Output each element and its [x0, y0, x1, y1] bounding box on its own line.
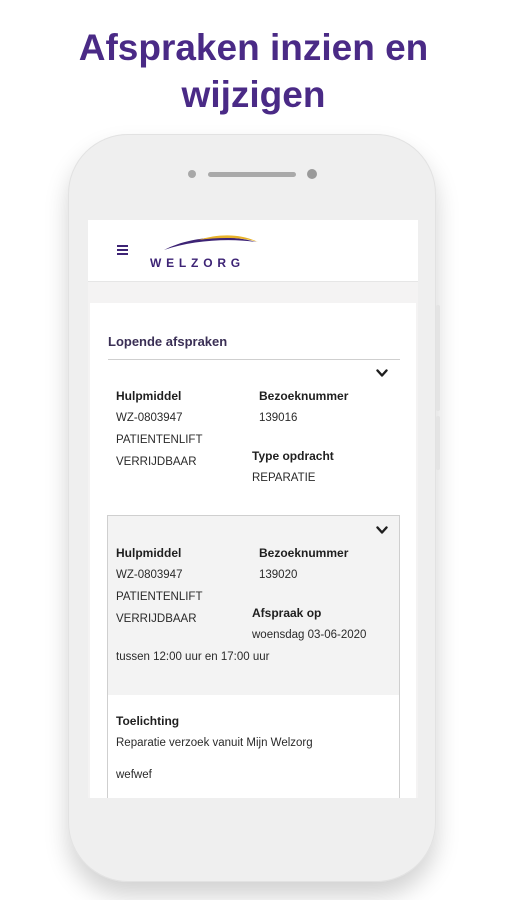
hulpmiddel-label: Hulpmiddel: [116, 389, 182, 403]
hulpmiddel-name: PATIENTENLIFT: [116, 434, 203, 446]
toelichting-value: Reparatie verzoek vanuit Mijn Welzorg: [116, 737, 313, 749]
chevron-down-icon[interactable]: [376, 369, 388, 378]
toelichting-label: Toelichting: [116, 714, 180, 728]
welzorg-logo: WELZORG: [150, 232, 275, 272]
bezoeknummer-value: 139020: [259, 569, 298, 581]
bezoeknummer-label: Bezoeknummer: [259, 546, 349, 560]
brand-name: WELZORG: [150, 256, 245, 270]
headline-line-2: wijzigen: [181, 74, 326, 115]
bezoeknummer-label: Bezoeknummer: [259, 389, 349, 403]
page-headline: Afspraken inzien en wijzigen: [0, 24, 507, 118]
section-title: Lopende afspraken: [108, 334, 228, 349]
phone-speaker: [208, 172, 296, 177]
hulpmiddel-variant: VERRIJDBAAR: [116, 613, 197, 625]
type-opdracht-label: Type opdracht: [252, 449, 334, 463]
phone-side-button: [436, 305, 440, 411]
section-divider: [108, 359, 400, 360]
bezoeknummer-value: 139016: [259, 412, 298, 424]
logo-swoosh-icon: [164, 235, 258, 250]
hamburger-menu-icon[interactable]: [117, 245, 128, 257]
afspraak-op-label: Afspraak op: [252, 606, 322, 620]
afspraak-op-value: woensdag 03-06-2020: [252, 629, 367, 641]
hulpmiddel-code: WZ-0803947: [116, 412, 183, 424]
phone-side-button: [436, 416, 440, 470]
chevron-down-icon[interactable]: [376, 526, 388, 535]
appointments-panel: Lopende afspraken Hulpmiddel WZ-0803947 …: [90, 303, 416, 798]
hulpmiddel-label: Hulpmiddel: [116, 546, 182, 560]
headline-line-1: Afspraken inzien en: [78, 27, 429, 68]
phone-camera: [307, 169, 317, 179]
phone-sensor: [188, 170, 196, 178]
hulpmiddel-variant: VERRIJDBAAR: [116, 456, 197, 468]
appointment-note: wefwef: [116, 769, 152, 781]
hulpmiddel-code: WZ-0803947: [116, 569, 183, 581]
type-opdracht-value: REPARATIE: [252, 472, 316, 484]
appointment-card-expanded: Hulpmiddel WZ-0803947 PATIENTENLIFT VERR…: [107, 515, 400, 798]
app-screen: WELZORG Lopende afspraken Hulpmiddel WZ-…: [88, 220, 418, 798]
time-range: tussen 12:00 uur en 17:00 uur: [116, 651, 270, 663]
app-header: WELZORG: [88, 220, 418, 282]
hulpmiddel-name: PATIENTENLIFT: [116, 591, 203, 603]
